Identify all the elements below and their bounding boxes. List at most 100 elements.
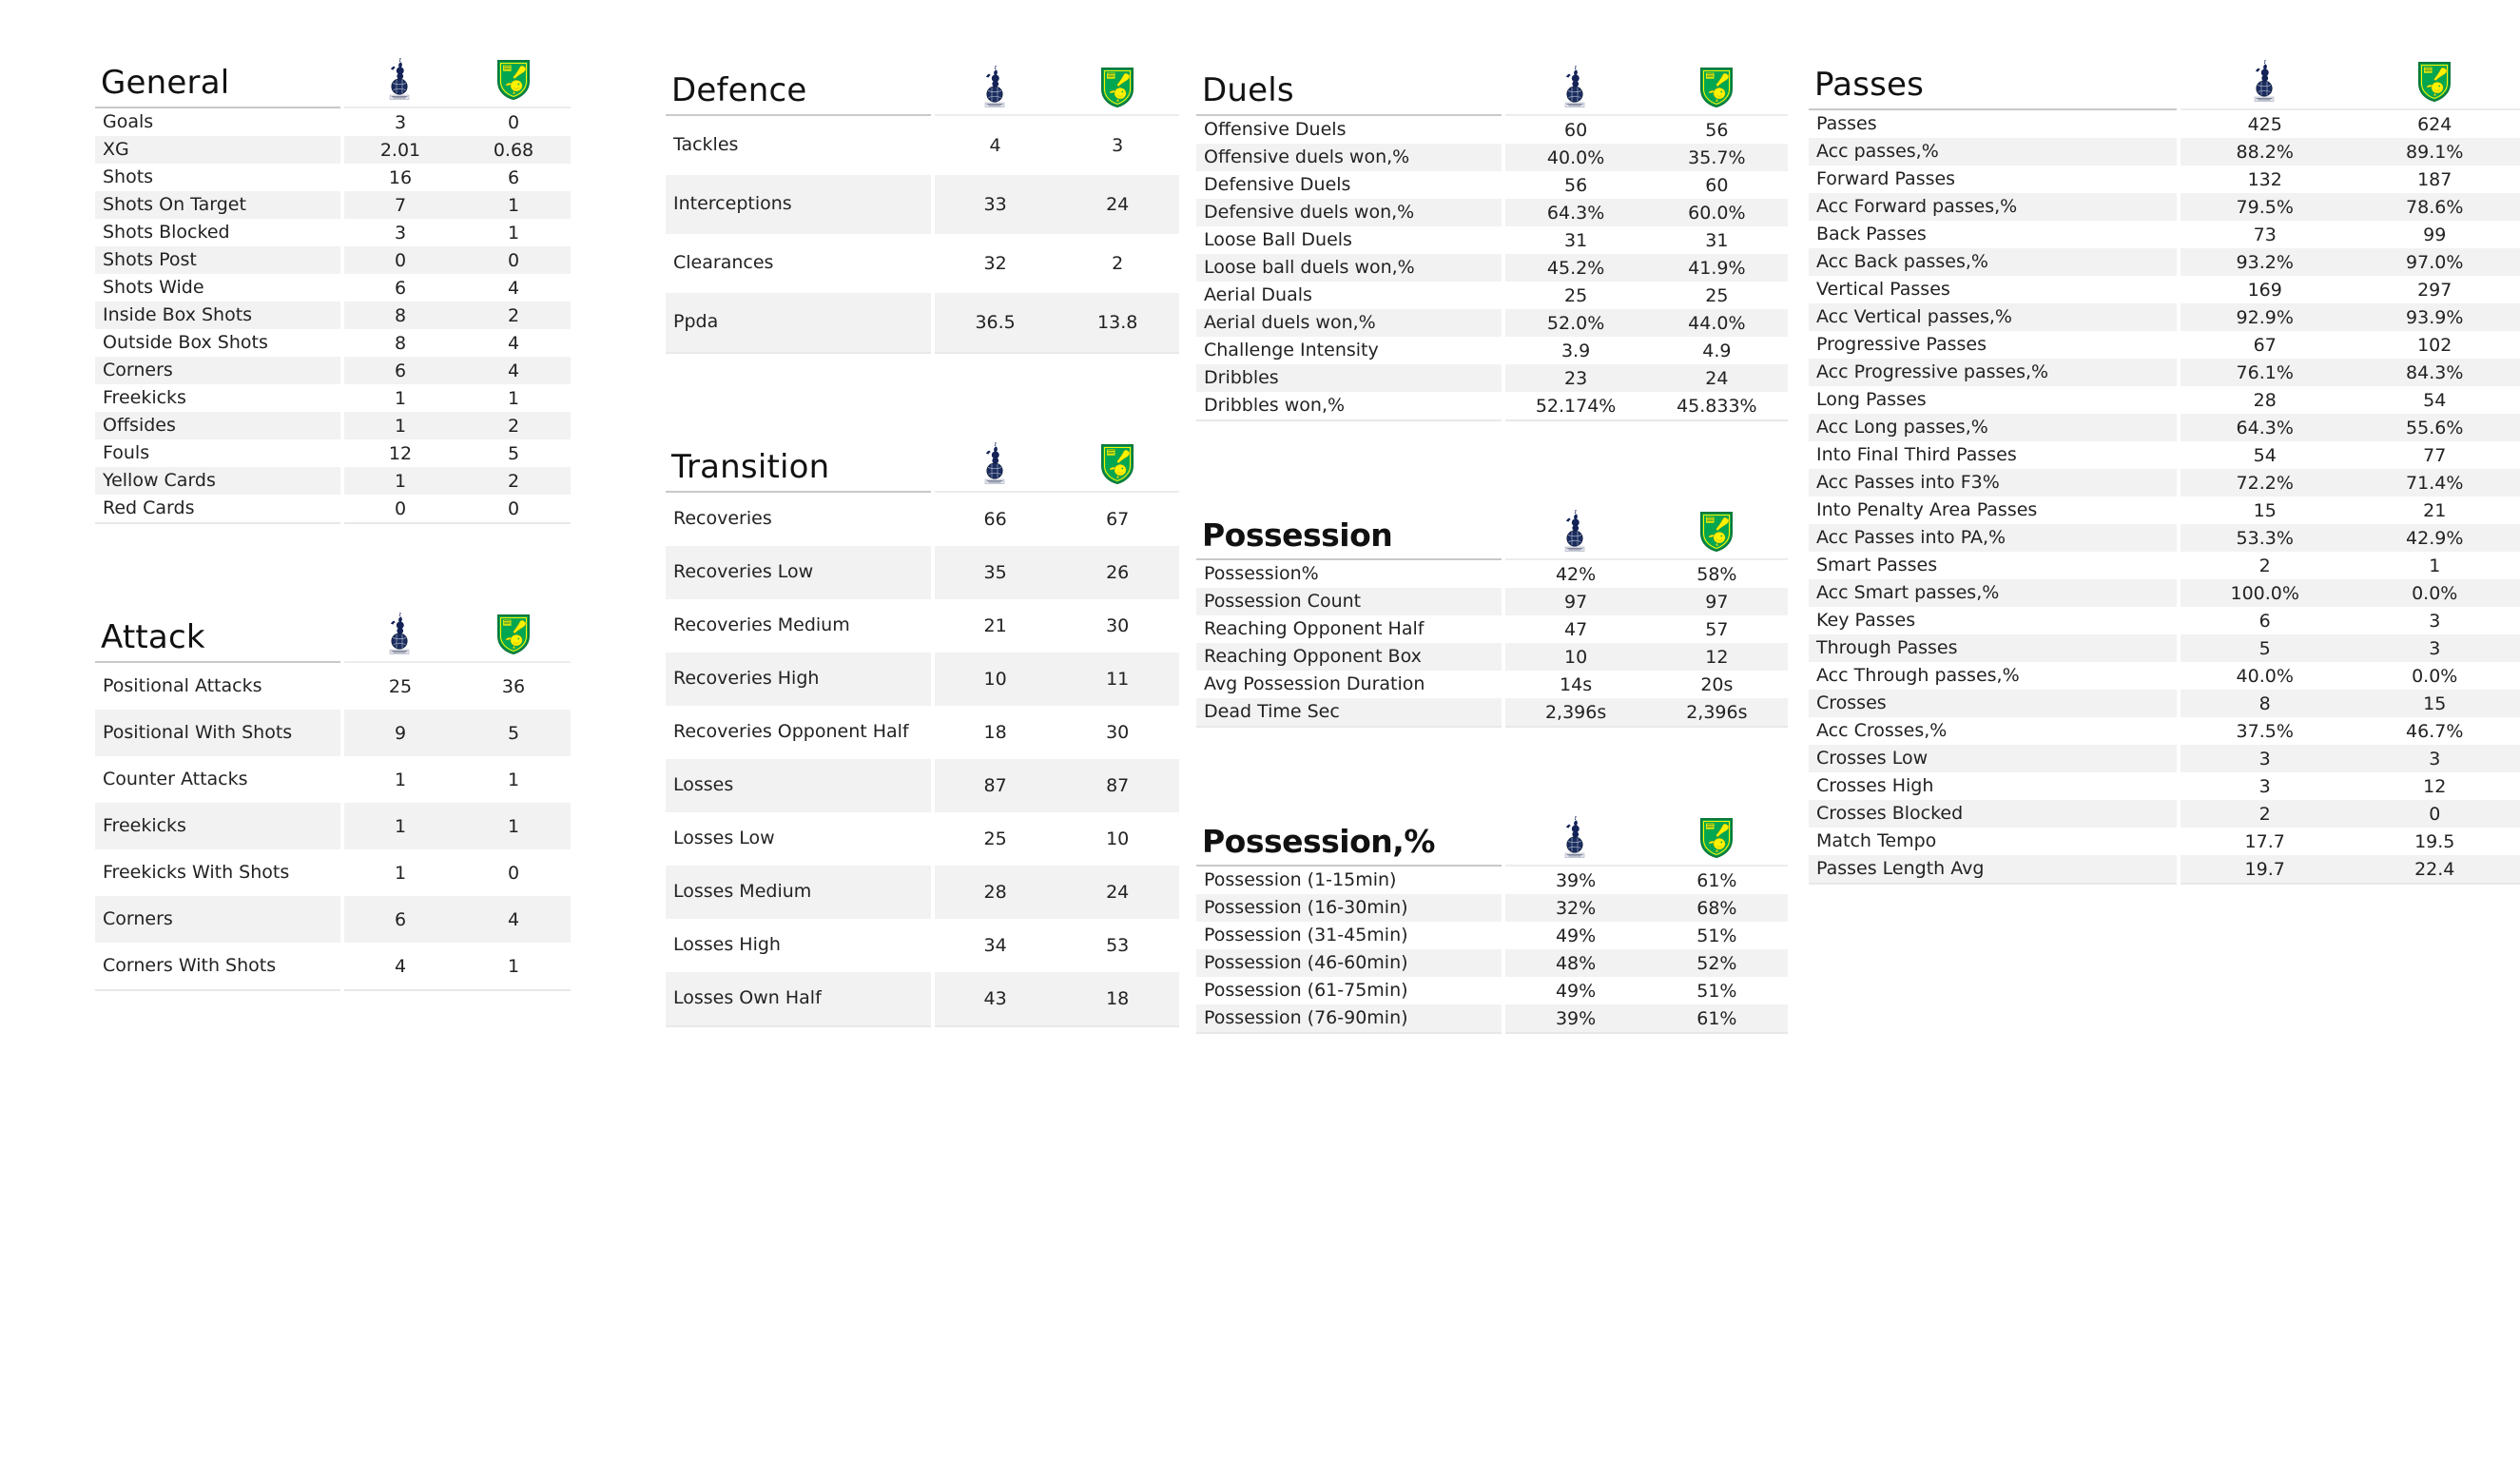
section-title: Defence — [671, 71, 807, 110]
section-title-cell: Possession — [1196, 509, 1504, 560]
home-team-value: 28 — [2178, 386, 2350, 414]
table-row: Freekicks With Shots 1 0 — [95, 849, 571, 896]
stats-column-3: Duels Offensive Duels 60 56 Offensive du… — [1179, 0, 1788, 1034]
table-row: Possession (61-75min) 49% 51% — [1196, 977, 1788, 1004]
stat-label: Offsides — [95, 412, 344, 439]
stats-table-possession-pct: Possession,% Possession (1-15min) 39% 61… — [1196, 815, 1788, 1034]
away-team-value: 36 — [456, 662, 571, 710]
table-row: Freekicks 1 1 — [95, 384, 571, 412]
away-team-value: 68% — [1645, 894, 1788, 922]
away-team-value: 1 — [456, 943, 571, 991]
stats-table-general: General Goals 3 0 XG 2.01 0.68 Shots 16 … — [95, 57, 571, 524]
away-team-value: 99 — [2349, 221, 2520, 248]
table-row: Red Cards 0 0 — [95, 495, 571, 524]
stat-label: Positional Attacks — [95, 662, 344, 710]
stat-label: Avg Possession Duration — [1196, 671, 1506, 698]
stat-label: Possession (46-60min) — [1196, 949, 1506, 977]
section-title-cell: Attack — [95, 612, 342, 663]
away-team-value: 102 — [2349, 331, 2520, 359]
table-row: Shots 16 6 — [95, 164, 571, 191]
stat-label: Passes — [1809, 109, 2181, 138]
home-team-value: 2.01 — [342, 136, 456, 164]
table-row: Recoveries Medium 21 30 — [666, 599, 1179, 653]
stat-label: Shots Post — [95, 246, 344, 274]
stat-label: Acc Passes into PA,% — [1809, 524, 2181, 552]
home-team-value: 1 — [342, 384, 456, 412]
home-team-logo-cell — [1503, 65, 1646, 116]
home-team-value: 1 — [342, 756, 456, 803]
table-row: Possession (1-15min) 39% 61% — [1196, 866, 1788, 894]
home-team-value: 64.3% — [1503, 199, 1646, 226]
home-team-value: 9 — [342, 710, 456, 756]
away-team-value: 57 — [1645, 615, 1788, 643]
home-team-value: 47 — [1503, 615, 1646, 643]
away-team-value: 53 — [1056, 919, 1179, 972]
home-team-value: 17.7 — [2178, 828, 2350, 855]
table-row: Tackles 4 3 — [666, 115, 1179, 175]
stat-label: Ppda — [666, 293, 935, 354]
away-team-value: 0 — [2349, 800, 2520, 828]
stat-label: Into Penalty Area Passes — [1809, 497, 2181, 524]
stats-table-defence: Defence Tackles 4 3 Interceptions 33 24 … — [666, 65, 1179, 354]
home-team-value: 56 — [1503, 171, 1646, 199]
stat-label: Loose ball duels won,% — [1196, 254, 1506, 282]
table-row: Shots Post 0 0 — [95, 246, 571, 274]
table-row: Losses Medium 28 24 — [666, 866, 1179, 919]
home-team-value: 34 — [932, 919, 1056, 972]
away-team-value: 24 — [1645, 364, 1788, 392]
table-row: Yellow Cards 1 2 — [95, 467, 571, 495]
home-team-value: 72.2% — [2178, 469, 2350, 497]
away-team-value: 4 — [456, 357, 571, 384]
away-team-value: 97 — [1645, 588, 1788, 615]
section-title: Attack — [101, 618, 205, 657]
away-team-value: 42.9% — [2349, 524, 2520, 552]
tottenham-crest-icon — [383, 612, 416, 655]
table-row: Dead Time Sec 2,396s 2,396s — [1196, 698, 1788, 728]
table-row: Crosses High 3 12 — [1809, 772, 2520, 800]
stat-label: Freekicks — [95, 384, 344, 412]
away-team-value: 25 — [1645, 282, 1788, 309]
home-team-value: 3 — [2178, 745, 2350, 772]
stat-label: Acc Vertical passes,% — [1809, 303, 2181, 331]
stats-table-transition: Transition Recoveries 66 67 Recoveries L… — [666, 441, 1179, 1027]
home-team-value: 32 — [932, 234, 1056, 293]
table-row: Corners 6 4 — [95, 896, 571, 943]
tottenham-crest-icon — [383, 57, 416, 101]
home-team-value: 8 — [342, 329, 456, 357]
stat-label: Aerial Duals — [1196, 282, 1506, 309]
home-team-value: 60 — [1503, 115, 1646, 144]
home-team-value: 52.0% — [1503, 309, 1646, 337]
away-team-logo-cell — [1645, 65, 1788, 116]
home-team-value: 53.3% — [2178, 524, 2350, 552]
table-row: Dribbles won,% 52.174% 45.833% — [1196, 392, 1788, 421]
stat-label: XG — [95, 136, 344, 164]
table-row: Crosses Blocked 2 0 — [1809, 800, 2520, 828]
home-team-value: 3 — [342, 219, 456, 246]
table-row: Offensive duels won,% 40.0% 35.7% — [1196, 144, 1788, 171]
away-team-value: 44.0% — [1645, 309, 1788, 337]
norwich-city-crest-icon — [1699, 67, 1734, 108]
table-row: Into Penalty Area Passes 15 21 — [1809, 497, 2520, 524]
table-row: Counter Attacks 1 1 — [95, 756, 571, 803]
stat-label: Losses — [666, 759, 935, 812]
away-team-value: 67 — [1056, 492, 1179, 546]
home-team-value: 0 — [342, 495, 456, 524]
section-title: Passes — [1814, 66, 1925, 105]
stat-label: Tackles — [666, 115, 935, 175]
table-row: Outside Box Shots 8 4 — [95, 329, 571, 357]
stat-label: Inside Box Shots — [95, 302, 344, 329]
table-row: Acc Through passes,% 40.0% 0.0% — [1809, 662, 2520, 690]
stat-label: Possession (76-90min) — [1196, 1004, 1506, 1034]
section-title: Possession,% — [1202, 823, 1435, 861]
home-team-logo-cell — [2178, 59, 2350, 110]
stat-label: Shots On Target — [95, 191, 344, 219]
away-team-value: 31 — [1645, 226, 1788, 254]
home-team-value: 49% — [1503, 977, 1646, 1004]
table-row: Corners 6 4 — [95, 357, 571, 384]
home-team-value: 42% — [1503, 559, 1646, 588]
away-team-value: 3 — [2349, 634, 2520, 662]
away-team-value: 4 — [456, 896, 571, 943]
